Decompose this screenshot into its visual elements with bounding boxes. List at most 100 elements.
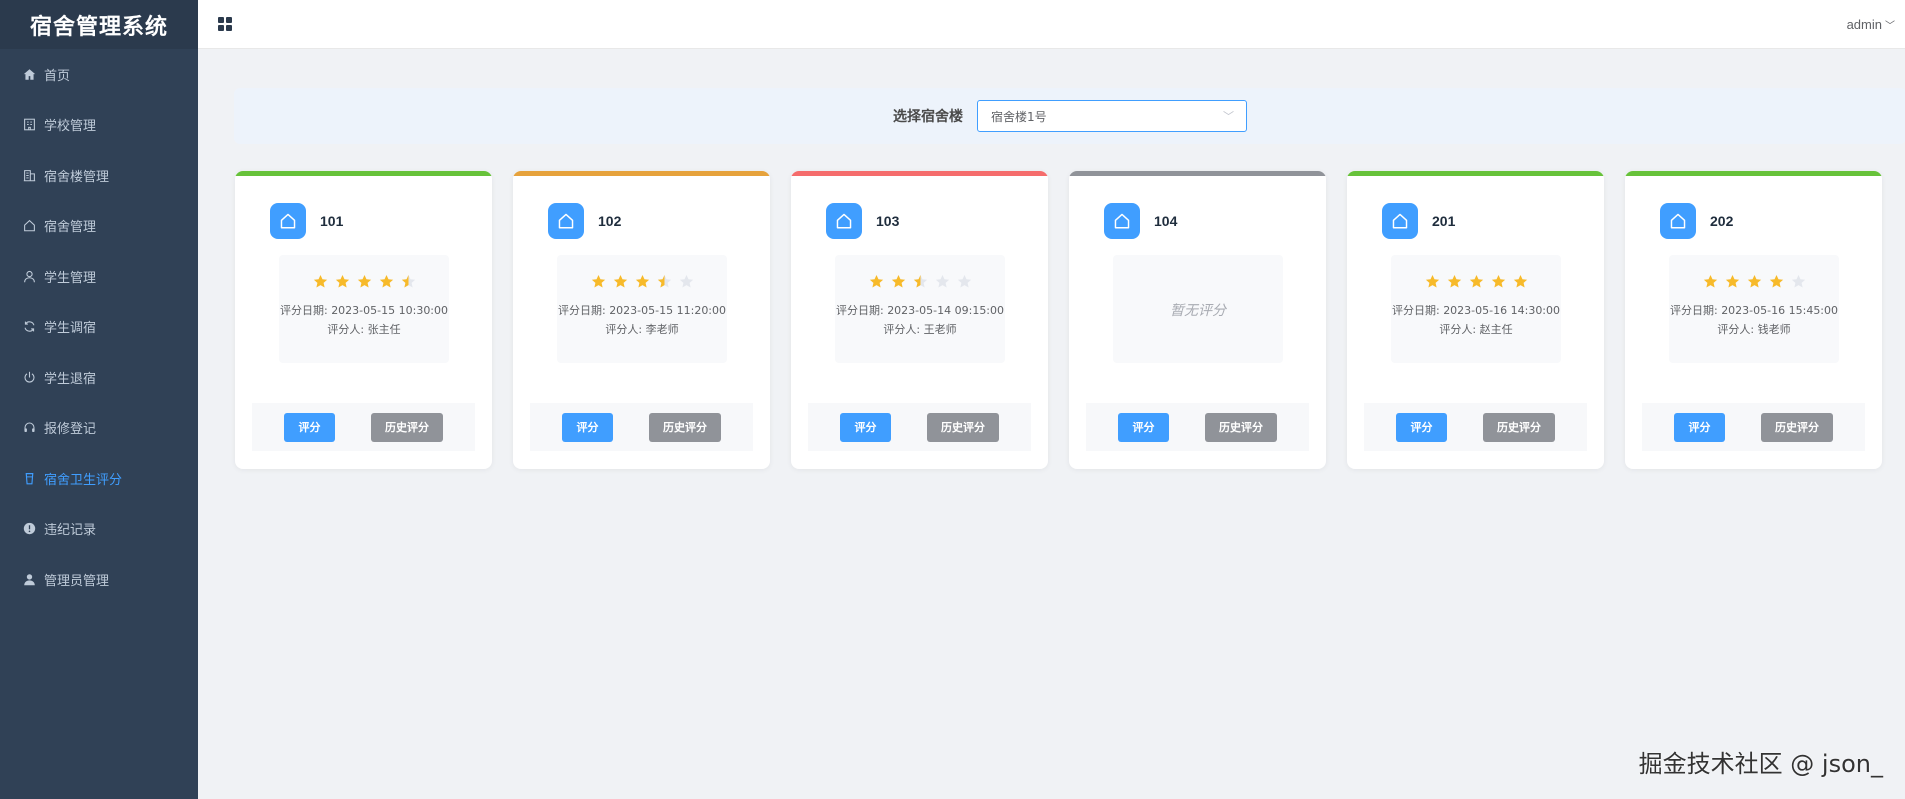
user-dropdown[interactable]: admin ﹀ [1847, 17, 1895, 32]
star-icon [679, 274, 694, 290]
sidebar-item-label: 学生退宿 [44, 371, 97, 387]
room-number: 101 [320, 213, 344, 229]
card-actions: 评分 历史评分 [1642, 403, 1865, 451]
sidebar-item-3[interactable]: 宿舍管理 [0, 201, 198, 252]
score-date: 评分日期: 2023-05-16 14:30:00 [1392, 301, 1560, 320]
menu-toggle-icon[interactable] [218, 17, 232, 31]
score-date: 评分日期: 2023-05-15 11:20:00 [558, 301, 726, 320]
score-rater-label: 评分人: [327, 323, 368, 336]
star-icon [335, 274, 350, 290]
star-icon [591, 274, 606, 290]
star-rating [313, 274, 416, 290]
card-actions: 评分 历史评分 [808, 403, 1031, 451]
headset-icon [22, 421, 36, 435]
sidebar-item-9[interactable]: 违纪记录 [0, 504, 198, 555]
sidebar-item-6[interactable]: 学生退宿 [0, 352, 198, 403]
rate-button[interactable]: 评分 [1674, 412, 1725, 442]
sidebar-item-2[interactable]: 宿舍楼管理 [0, 150, 198, 201]
history-button[interactable]: 历史评分 [371, 412, 443, 442]
sidebar-item-1[interactable]: 学校管理 [0, 100, 198, 151]
app-title: 宿舍管理系统 [0, 0, 198, 49]
building-select[interactable]: 宿舍楼1号 ﹀ [977, 100, 1247, 132]
watermark: 掘金技术社区 @ json_ [1638, 750, 1883, 778]
star-icon [1747, 274, 1762, 290]
warning-icon [22, 522, 36, 536]
sidebar-item-label: 学生管理 [44, 270, 97, 286]
building-icon [22, 168, 36, 182]
score-rater-label: 评分人: [883, 323, 924, 336]
building-select-value: 宿舍楼1号 [991, 109, 1047, 124]
score-panel: 评分日期: 2023-05-16 14:30:00 评分人: 赵主任 [1391, 255, 1561, 363]
school-icon [22, 118, 36, 132]
star-icon [1703, 274, 1718, 290]
sidebar-item-7[interactable]: 报修登记 [0, 403, 198, 454]
star-icon [1513, 274, 1528, 290]
star-rating [1425, 274, 1528, 290]
star-icon [1491, 274, 1506, 290]
score-date-value: 2023-05-15 10:30:00 [331, 304, 449, 317]
score-date: 评分日期: 2023-05-15 10:30:00 [280, 301, 448, 320]
house-icon [1104, 203, 1140, 239]
sidebar-item-4[interactable]: 学生管理 [0, 251, 198, 302]
star-icon [313, 274, 328, 290]
score-date-label: 评分日期: [557, 304, 610, 317]
star-icon [935, 274, 950, 290]
sidebar-item-label: 宿舍卫生评分 [44, 472, 123, 488]
score-date: 评分日期: 2023-05-16 15:45:00 [1670, 301, 1838, 320]
sidebar: 宿舍管理系统 首页学校管理宿舍楼管理宿舍管理学生管理学生调宿学生退宿报修登记宿舍… [0, 0, 198, 799]
score-date: 评分日期: 2023-05-14 09:15:00 [836, 301, 1004, 320]
user-icon [22, 269, 36, 283]
room-number: 202 [1710, 213, 1734, 229]
history-button[interactable]: 历史评分 [1483, 412, 1555, 442]
sidebar-item-10[interactable]: 管理员管理 [0, 554, 198, 605]
score-date-label: 评分日期: [279, 304, 332, 317]
score-date-value: 2023-05-16 14:30:00 [1443, 304, 1561, 317]
history-button[interactable]: 历史评分 [649, 412, 721, 442]
building-filter-bar: 选择宿舍楼 宿舍楼1号 ﹀ [234, 88, 1905, 144]
star-icon [1425, 274, 1440, 290]
room-card: 101 评分日期: 2023-05-15 10:30:00 评分人: 张主任 评… [235, 171, 492, 469]
score-rater-value: 钱老师 [1757, 323, 1791, 336]
card-actions: 评分 历史评分 [1086, 403, 1309, 451]
history-button[interactable]: 历史评分 [1761, 412, 1833, 442]
sidebar-item-label: 管理员管理 [44, 573, 110, 589]
rate-button[interactable]: 评分 [1118, 412, 1169, 442]
house-icon [1660, 203, 1696, 239]
star-icon [1769, 274, 1784, 290]
star-icon [1469, 274, 1484, 290]
history-button[interactable]: 历史评分 [1205, 412, 1277, 442]
house-icon [826, 203, 862, 239]
star-rating [591, 274, 694, 290]
house-icon [548, 203, 584, 239]
score-date-value: 2023-05-14 09:15:00 [887, 304, 1005, 317]
star-rating [1703, 274, 1806, 290]
score-rater-value: 李老师 [645, 323, 679, 336]
rate-button[interactable]: 评分 [1396, 412, 1447, 442]
sidebar-item-label: 学校管理 [44, 119, 97, 135]
card-actions: 评分 历史评分 [1364, 403, 1587, 451]
sidebar-item-label: 宿舍管理 [44, 220, 97, 236]
star-icon [379, 274, 394, 290]
score-rater-label: 评分人: [1717, 323, 1758, 336]
top-header: admin ﹀ [198, 0, 1905, 49]
room-card: 102 评分日期: 2023-05-15 11:20:00 评分人: 李老师 评… [513, 171, 770, 469]
star-icon [357, 274, 372, 290]
score-date-label: 评分日期: [1669, 304, 1722, 317]
star-icon [613, 274, 628, 290]
score-rater: 评分人: 钱老师 [1717, 320, 1790, 339]
sidebar-item-label: 报修登记 [44, 422, 97, 438]
chevron-down-icon: ﹀ [1223, 110, 1234, 123]
star-icon [891, 274, 906, 290]
star-icon [401, 274, 416, 290]
sidebar-item-5[interactable]: 学生调宿 [0, 302, 198, 353]
sidebar-item-0[interactable]: 首页 [0, 49, 198, 100]
rate-button[interactable]: 评分 [284, 412, 335, 442]
rate-button[interactable]: 评分 [562, 412, 613, 442]
house-icon [22, 219, 36, 233]
star-icon [869, 274, 884, 290]
no-score-text: 暂无评分 [1170, 303, 1226, 319]
history-button[interactable]: 历史评分 [927, 412, 999, 442]
rate-button[interactable]: 评分 [840, 412, 891, 442]
sidebar-item-label: 违纪记录 [44, 523, 97, 539]
sidebar-item-8[interactable]: 宿舍卫生评分 [0, 453, 198, 504]
